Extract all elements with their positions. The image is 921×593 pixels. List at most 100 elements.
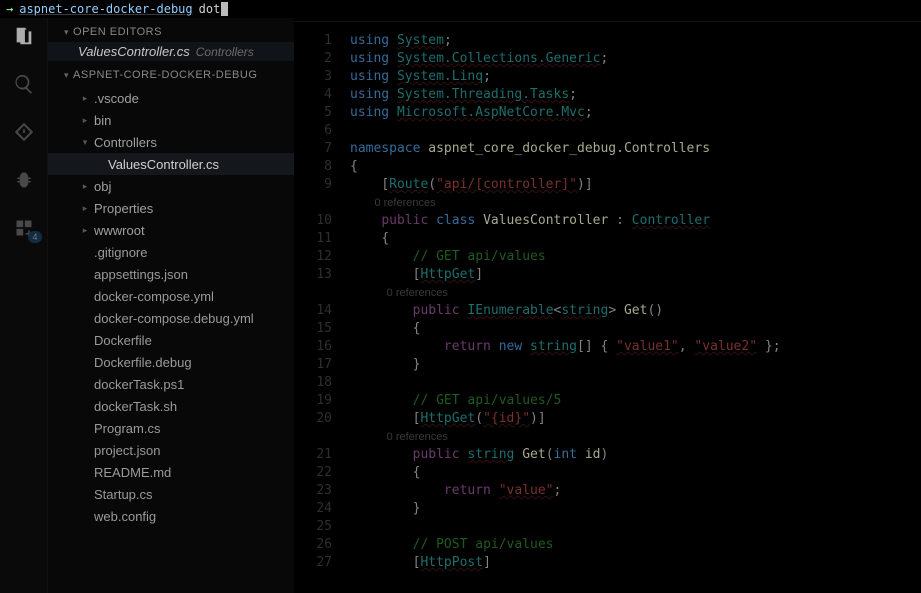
code-content[interactable]: using System;using System.Collections.Ge… bbox=[342, 22, 921, 593]
open-editors-header[interactable]: ▾ OPEN EDITORS bbox=[48, 22, 294, 42]
tree-folder[interactable]: ▾ Controllers bbox=[48, 131, 294, 153]
project-header[interactable]: ▾ ASPNET-CORE-DOCKER-DEBUG bbox=[48, 65, 294, 85]
code-line[interactable] bbox=[350, 374, 921, 392]
tree-file[interactable]: docker-compose.debug.yml bbox=[48, 307, 294, 329]
tree-folder[interactable]: ▸bin bbox=[48, 109, 294, 131]
tree-file[interactable]: project.json bbox=[48, 439, 294, 461]
explorer-sidebar: ▾ OPEN EDITORS ValuesController.cs Contr… bbox=[48, 0, 294, 593]
terminal-cursor bbox=[221, 2, 228, 16]
code-line[interactable]: { bbox=[350, 320, 921, 338]
codelens[interactable]: 0 references bbox=[350, 284, 921, 302]
tree-file[interactable]: ValuesController.cs bbox=[48, 153, 294, 175]
terminal-prompt-arrow: → bbox=[6, 2, 13, 16]
code-line[interactable]: [HttpGet("{id}")] bbox=[350, 410, 921, 428]
code-line[interactable]: { bbox=[350, 158, 921, 176]
tree-file[interactable]: web.config bbox=[48, 505, 294, 527]
code-line[interactable]: return new string[] { "value1", "value2"… bbox=[350, 338, 921, 356]
code-line[interactable]: { bbox=[350, 230, 921, 248]
line-number: 4 bbox=[294, 86, 332, 104]
code-line[interactable] bbox=[350, 122, 921, 140]
tree-label: dockerTask.ps1 bbox=[94, 377, 184, 392]
code-line[interactable]: using System; bbox=[350, 32, 921, 50]
tree-file[interactable]: dockerTask.sh bbox=[48, 395, 294, 417]
open-editor-file: ValuesController.cs bbox=[78, 44, 190, 59]
tree-label: Program.cs bbox=[94, 421, 160, 436]
line-number: 20 bbox=[294, 410, 332, 428]
code-line[interactable]: public class ValuesController : Controll… bbox=[350, 212, 921, 230]
tree-label: docker-compose.yml bbox=[94, 289, 214, 304]
tree-file[interactable]: .gitignore bbox=[48, 241, 294, 263]
tree-label: Dockerfile bbox=[94, 333, 152, 348]
terminal-cwd: aspnet-core-docker-debug bbox=[19, 2, 192, 16]
code-line[interactable] bbox=[350, 518, 921, 536]
code-line[interactable]: using System.Threading.Tasks; bbox=[350, 86, 921, 104]
activity-extensions-icon[interactable] bbox=[12, 216, 36, 240]
tree-file[interactable]: dockerTask.ps1 bbox=[48, 373, 294, 395]
activity-explorer-icon[interactable] bbox=[12, 24, 36, 48]
chevron-icon: ▾ bbox=[80, 137, 90, 148]
code-line[interactable]: using Microsoft.AspNetCore.Mvc; bbox=[350, 104, 921, 122]
app-shell: ▾ OPEN EDITORS ValuesController.cs Contr… bbox=[0, 0, 921, 593]
tree-file[interactable]: Startup.cs bbox=[48, 483, 294, 505]
terminal-overlay[interactable]: → aspnet-core-docker-debug dot bbox=[0, 0, 921, 18]
code-line[interactable]: using System.Linq; bbox=[350, 68, 921, 86]
tree-label: .gitignore bbox=[94, 245, 147, 260]
tree-file[interactable]: Program.cs bbox=[48, 417, 294, 439]
code-line[interactable]: { bbox=[350, 464, 921, 482]
tree-folder[interactable]: ▸wwwroot bbox=[48, 219, 294, 241]
tree-folder[interactable]: ▸ obj bbox=[48, 175, 294, 197]
code-line[interactable]: // GET api/values bbox=[350, 248, 921, 266]
code-line[interactable]: // GET api/values/5 bbox=[350, 392, 921, 410]
line-number: 14 bbox=[294, 302, 332, 320]
code-line[interactable]: // POST api/values bbox=[350, 536, 921, 554]
tree-file[interactable]: appsettings.json bbox=[48, 263, 294, 285]
activity-scm-icon[interactable] bbox=[12, 120, 36, 144]
line-number bbox=[294, 428, 332, 446]
code-line[interactable]: } bbox=[350, 356, 921, 374]
tree-label: ValuesController.cs bbox=[108, 157, 219, 172]
tree-label: docker-compose.debug.yml bbox=[94, 311, 254, 326]
code-line[interactable]: public string Get(int id) bbox=[350, 446, 921, 464]
tree-label: obj bbox=[94, 179, 111, 194]
line-number: 17 bbox=[294, 356, 332, 374]
line-number: 24 bbox=[294, 500, 332, 518]
line-number: 23 bbox=[294, 482, 332, 500]
code-line[interactable]: [HttpGet] bbox=[350, 266, 921, 284]
code-line[interactable]: return "value"; bbox=[350, 482, 921, 500]
code-editor[interactable]: 1234567891011121314151617181920212223242… bbox=[294, 22, 921, 593]
line-number: 22 bbox=[294, 464, 332, 482]
tree-file[interactable]: Dockerfile.debug bbox=[48, 351, 294, 373]
code-line[interactable]: [HttpPost] bbox=[350, 554, 921, 572]
tree-label: web.config bbox=[94, 509, 156, 524]
activity-search-icon[interactable] bbox=[12, 72, 36, 96]
tree-label: appsettings.json bbox=[94, 267, 188, 282]
chevron-icon: ▸ bbox=[80, 115, 90, 126]
tree-folder[interactable]: ▸Properties bbox=[48, 197, 294, 219]
open-editor-item[interactable]: ValuesController.cs Controllers bbox=[48, 42, 294, 61]
codelens[interactable]: 0 references bbox=[350, 428, 921, 446]
tree-file[interactable]: Dockerfile bbox=[48, 329, 294, 351]
tree-folder[interactable]: ▸.vscode bbox=[48, 87, 294, 109]
chevron-icon: ▸ bbox=[80, 93, 90, 104]
chevron-icon: ▸ bbox=[80, 181, 90, 192]
code-line[interactable]: [Route("api/[controller]")] bbox=[350, 176, 921, 194]
line-number: 1 bbox=[294, 32, 332, 50]
line-number: 25 bbox=[294, 518, 332, 536]
chevron-icon: ▸ bbox=[80, 203, 90, 214]
file-tree: ▸.vscode▸bin ▾ Controllers ValuesController… bbox=[48, 85, 294, 527]
chevron-down-icon: ▾ bbox=[64, 70, 69, 81]
tree-label: project.json bbox=[94, 443, 160, 458]
code-line[interactable]: } bbox=[350, 500, 921, 518]
tree-file[interactable]: docker-compose.yml bbox=[48, 285, 294, 307]
tree-label: Startup.cs bbox=[94, 487, 153, 502]
codelens[interactable]: 0 references bbox=[350, 194, 921, 212]
tree-file[interactable]: README.md bbox=[48, 461, 294, 483]
code-line[interactable]: namespace aspnet_core_docker_debug.Contr… bbox=[350, 140, 921, 158]
line-number bbox=[294, 194, 332, 212]
tree-label: Dockerfile.debug bbox=[94, 355, 192, 370]
line-number: 2 bbox=[294, 50, 332, 68]
tree-label: Controllers bbox=[94, 135, 157, 150]
code-line[interactable]: public IEnumerable<string> Get() bbox=[350, 302, 921, 320]
code-line[interactable]: using System.Collections.Generic; bbox=[350, 50, 921, 68]
activity-debug-icon[interactable] bbox=[12, 168, 36, 192]
